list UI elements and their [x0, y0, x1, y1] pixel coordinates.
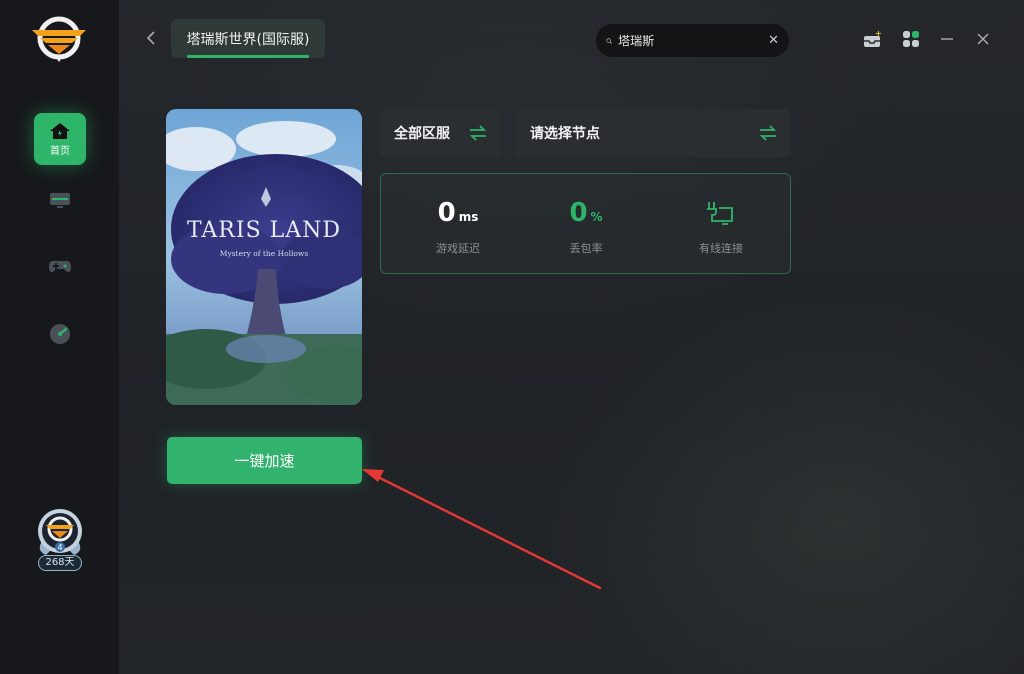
notifications-button[interactable]: +1 — [862, 28, 882, 50]
speed-test-icon — [50, 324, 70, 344]
packet-loss-stat: 0 % 丢包率 — [526, 174, 646, 273]
main-panel: 塔瑞斯世界(国际服) ✕ +1 — [119, 0, 1024, 674]
region-selector-label: 全部区服 — [394, 126, 450, 142]
sidebar-item-monitor[interactable] — [34, 174, 86, 226]
latency-stat: 0 ms 游戏延迟 — [398, 174, 518, 273]
close-button[interactable] — [976, 28, 990, 50]
tab-current-game-label: 塔瑞斯世界(国际服) — [186, 31, 310, 48]
packet-loss-label: 丢包率 — [569, 242, 603, 255]
node-selector-label: 请选择节点 — [530, 126, 600, 142]
connection-stats-panel: 0 ms 游戏延迟 0 % 丢包率 有线连接 — [380, 173, 791, 274]
tab-current-game[interactable]: 塔瑞斯世界(国际服) — [171, 19, 325, 58]
home-icon — [50, 122, 70, 139]
vip-badge[interactable]: 4 268天 — [32, 505, 88, 575]
connection-type-label: 有线连接 — [699, 242, 743, 255]
cover-subtitle: Mystery of the Hollows — [220, 249, 309, 258]
sidebar: 首页 4 268天 — [0, 0, 119, 674]
search-box[interactable]: ✕ — [596, 24, 789, 57]
svg-text:+1: +1 — [875, 29, 882, 38]
back-button[interactable] — [141, 26, 161, 50]
app-window: 首页 4 268天 塔瑞斯世界(国际服) 塔瑞斯 ✕ + TARIS LAND … — [0, 0, 1024, 674]
sidebar-item-label: 首页 — [50, 145, 70, 157]
one-click-accelerate-button[interactable]: 一键加速 — [167, 437, 362, 484]
sidebar-item-games[interactable] — [34, 240, 86, 292]
app-logo — [28, 14, 90, 66]
swap-icon — [469, 125, 487, 141]
wired-connection-icon — [707, 202, 733, 225]
vip-days: 268天 — [38, 555, 82, 571]
vip-level: 4 — [57, 543, 62, 552]
apps-grid-icon — [903, 31, 919, 47]
packet-loss-value: 0 — [569, 198, 588, 228]
search-input[interactable] — [618, 33, 769, 48]
clear-search-button[interactable]: ✕ — [768, 33, 779, 48]
swap-icon — [759, 125, 777, 141]
sidebar-item-home[interactable]: 首页 — [34, 113, 86, 165]
monitor-icon — [50, 193, 70, 208]
latency-label: 游戏延迟 — [436, 242, 480, 255]
close-icon — [977, 33, 989, 45]
region-selector[interactable]: 全部区服 — [380, 109, 501, 157]
connection-type-stat: 有线连接 — [661, 174, 781, 273]
gamepad-icon — [49, 261, 71, 273]
minimize-icon — [941, 38, 953, 40]
search-icon — [606, 37, 612, 44]
accelerate-label: 一键加速 — [234, 452, 295, 470]
latency-unit: ms — [458, 210, 479, 224]
chevron-left-icon — [146, 31, 155, 45]
node-selector[interactable]: 请选择节点 — [516, 109, 791, 157]
vip-shield-icon: 4 — [38, 509, 82, 555]
packet-loss-unit: % — [590, 210, 603, 224]
game-cover-image: TARIS LAND Mystery of the Hollows — [166, 109, 362, 405]
latency-value: 0 — [437, 198, 456, 228]
sidebar-item-speedtest[interactable] — [34, 308, 86, 360]
apps-button[interactable] — [902, 28, 920, 50]
inbox-plus-icon: +1 — [864, 29, 882, 47]
cover-title: TARIS LAND — [187, 218, 341, 243]
minimize-button[interactable] — [940, 28, 954, 50]
